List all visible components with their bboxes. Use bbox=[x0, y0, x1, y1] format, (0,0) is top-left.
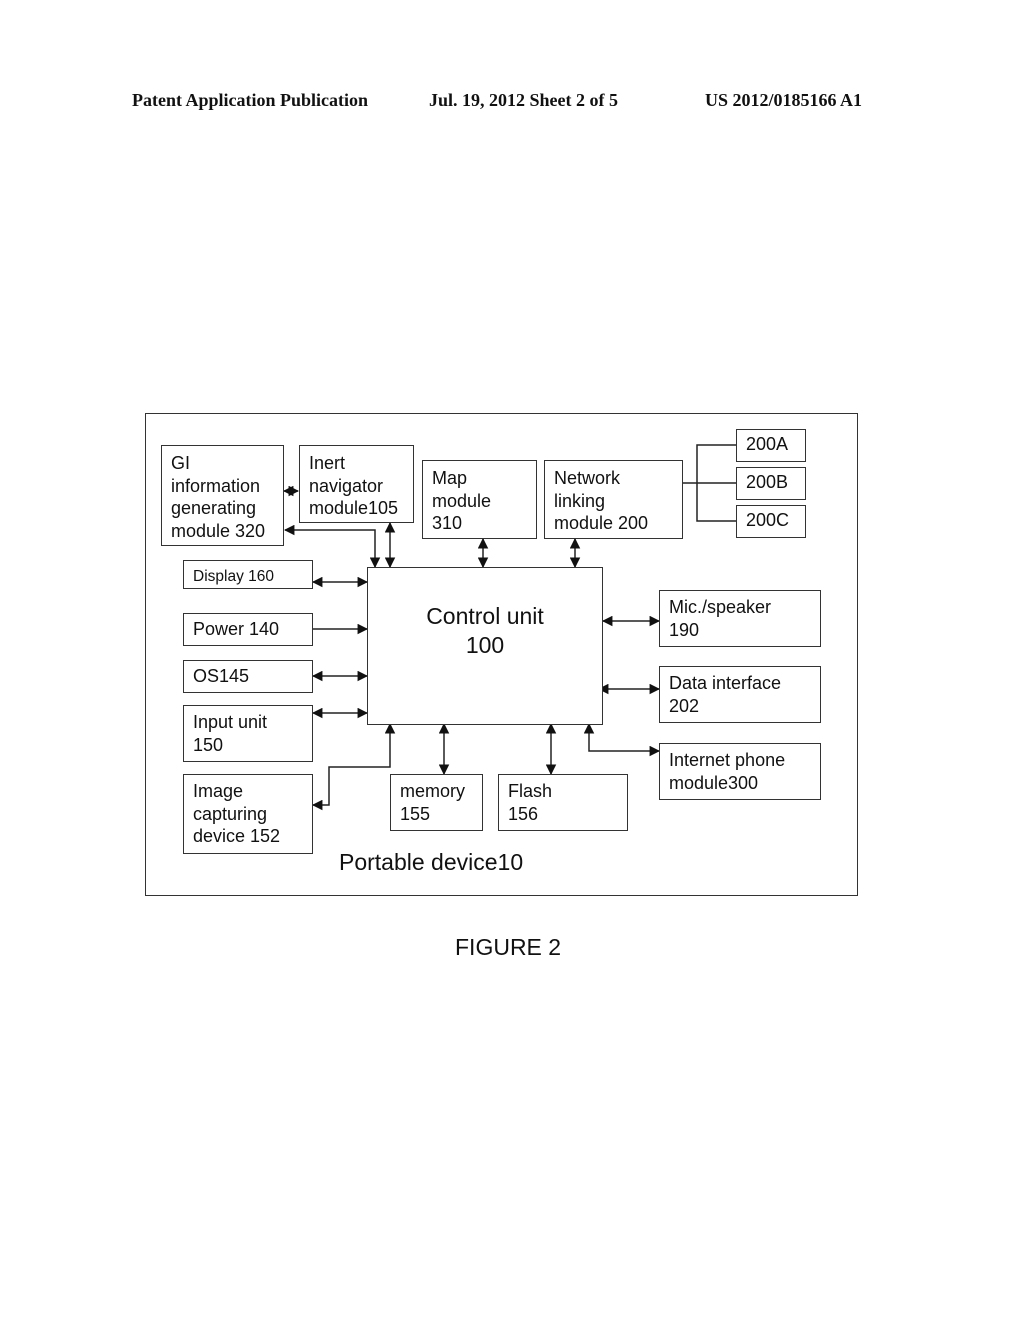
data-interface-202: Data interface 202 bbox=[659, 666, 821, 723]
power-140: Power 140 bbox=[183, 613, 313, 646]
flash-156: Flash 156 bbox=[498, 774, 628, 831]
os-145: OS145 bbox=[183, 660, 313, 693]
map-module-310: Map module 310 bbox=[422, 460, 537, 539]
network-node-200a: 200A bbox=[736, 429, 806, 462]
input-unit-150: Input unit 150 bbox=[183, 705, 313, 762]
wire-control-image bbox=[311, 722, 396, 811]
gi-information-module-320: GI information generating module 320 bbox=[161, 445, 284, 546]
image-capturing-device-152: Image capturing device 152 bbox=[183, 774, 313, 854]
internet-phone-module-300: Internet phone module300 bbox=[659, 743, 821, 800]
wire-control-phone bbox=[583, 722, 661, 757]
network-node-200c: 200C bbox=[736, 505, 806, 538]
figure-label: FIGURE 2 bbox=[455, 934, 562, 960]
container-label: Portable device10 bbox=[339, 849, 524, 875]
mic-speaker-190: Mic./speaker 190 bbox=[659, 590, 821, 647]
network-linking-module-200: Network linking module 200 bbox=[544, 460, 683, 539]
inert-navigator-module-105: Inert navigator module105 bbox=[299, 445, 414, 523]
memory-155: memory 155 bbox=[390, 774, 483, 831]
display-160: Display 160 bbox=[183, 560, 313, 589]
network-node-200b: 200B bbox=[736, 467, 806, 500]
control-unit-100: Control unit 100 bbox=[367, 567, 603, 725]
